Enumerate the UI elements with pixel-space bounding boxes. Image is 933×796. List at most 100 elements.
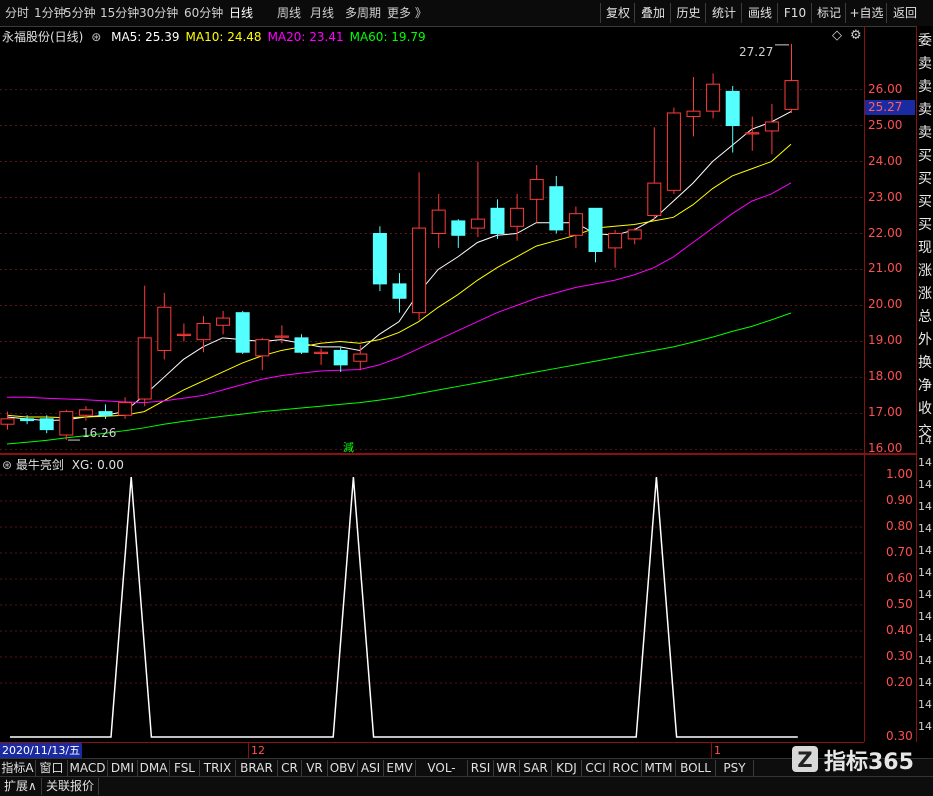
candle[interactable] bbox=[235, 310, 250, 355]
indicator-tab[interactable]: KDJ bbox=[552, 760, 582, 776]
period-tab[interactable]: 15分钟 bbox=[100, 5, 139, 21]
candle[interactable] bbox=[255, 337, 270, 371]
indicator-panel[interactable]: ⊛ 最牛亮剑 XG: 0.00 bbox=[0, 455, 864, 742]
quote-row-label: 卖 bbox=[918, 102, 932, 118]
toolbar-button[interactable]: 复权 bbox=[600, 3, 635, 23]
candle[interactable] bbox=[39, 415, 54, 434]
period-tab[interactable]: 30分钟 bbox=[139, 5, 178, 21]
candle[interactable] bbox=[353, 345, 368, 371]
period-tab[interactable]: 月线 bbox=[310, 5, 334, 21]
indicator-tab[interactable]: 指标A bbox=[0, 760, 36, 776]
toolbar-button[interactable]: 统计 bbox=[705, 3, 742, 23]
quote-row-label: 14 bbox=[918, 654, 932, 667]
period-tab[interactable]: 日线 bbox=[229, 5, 253, 21]
quote-row-label: 买 bbox=[918, 171, 932, 187]
indicator-tab[interactable]: WR bbox=[494, 760, 520, 776]
toolbar-button[interactable]: 画线 bbox=[741, 3, 778, 23]
candle[interactable] bbox=[608, 229, 623, 268]
period-tab[interactable]: 周线 bbox=[277, 5, 301, 21]
period-tab[interactable]: 分时 bbox=[5, 5, 29, 21]
date-axis: 2020/11/13/五 12 1 bbox=[0, 742, 864, 758]
indicator-tab[interactable]: FSL bbox=[170, 760, 200, 776]
candle[interactable] bbox=[333, 346, 348, 373]
indicator-tab[interactable]: OBV bbox=[328, 760, 358, 776]
candle[interactable] bbox=[118, 397, 133, 419]
toolbar-button[interactable]: +自选 bbox=[845, 3, 887, 23]
indicator-tab[interactable]: MACD bbox=[68, 760, 108, 776]
quote-row-label: 涨 bbox=[918, 286, 932, 302]
related-quote-tab[interactable]: 关联报价 bbox=[42, 778, 100, 795]
candlestick-chart[interactable] bbox=[0, 26, 864, 453]
indicator-tab[interactable]: DMI bbox=[108, 760, 138, 776]
candle[interactable] bbox=[314, 348, 329, 365]
toolbar-button[interactable]: 叠加 bbox=[634, 3, 671, 23]
indicator-tab[interactable]: ASI bbox=[358, 760, 384, 776]
candle[interactable] bbox=[725, 85, 740, 153]
price-tick: 24.00 bbox=[868, 153, 903, 168]
candle[interactable] bbox=[745, 116, 760, 151]
period-tab[interactable]: 1分钟 bbox=[34, 5, 66, 21]
quote-row-label: 委 bbox=[918, 33, 932, 49]
candle[interactable] bbox=[686, 76, 701, 137]
indicator-tab[interactable]: PSY B- bbox=[716, 760, 754, 791]
indicator-tab[interactable]: BRAR bbox=[236, 760, 278, 776]
indicator-tab[interactable]: MTM bbox=[642, 760, 676, 776]
indicator-tab[interactable]: BOLL bbox=[676, 760, 716, 776]
candle[interactable] bbox=[706, 73, 721, 119]
candle[interactable] bbox=[216, 310, 231, 335]
candle[interactable] bbox=[588, 207, 603, 263]
period-tab[interactable]: 60分钟 bbox=[184, 5, 223, 21]
candle[interactable] bbox=[431, 193, 446, 248]
candle[interactable] bbox=[529, 165, 544, 223]
main-chart-panel[interactable]: 永福股份(日线) ⊛ MA5: 25.39 MA10: 24.48 MA20: 23… bbox=[0, 26, 864, 454]
period-tab[interactable]: 多周期 bbox=[345, 5, 381, 21]
candle[interactable] bbox=[137, 285, 152, 407]
candle[interactable] bbox=[470, 161, 485, 238]
candle[interactable] bbox=[392, 273, 407, 313]
indicator-tab[interactable]: ROC bbox=[610, 760, 642, 776]
indicator-tab[interactable]: EMV bbox=[384, 760, 416, 776]
indicator-tab[interactable]: SAR bbox=[520, 760, 552, 776]
candle[interactable] bbox=[412, 172, 427, 320]
expand-tab[interactable]: 扩展∧ bbox=[0, 778, 42, 795]
candle[interactable] bbox=[451, 219, 466, 248]
candle[interactable] bbox=[568, 206, 583, 248]
quote-row-label: 买 bbox=[918, 148, 932, 164]
toolbar-button[interactable]: 标记 bbox=[811, 3, 846, 23]
panel-divider[interactable] bbox=[0, 453, 933, 455]
candle[interactable] bbox=[157, 292, 172, 360]
candle[interactable] bbox=[627, 228, 642, 245]
quote-row-label: 买 bbox=[918, 194, 932, 210]
quote-row-label: 14 bbox=[918, 434, 932, 447]
toolbar-button[interactable]: 返回 bbox=[886, 3, 923, 23]
period-tab[interactable]: 更多 》 bbox=[387, 5, 427, 21]
indicator-line-chart[interactable] bbox=[0, 455, 864, 742]
candle[interactable] bbox=[549, 175, 564, 234]
indicator-tab[interactable]: CR bbox=[278, 760, 302, 776]
toolbar-button[interactable]: F10 bbox=[777, 3, 812, 23]
quote-row-label: 14 bbox=[918, 500, 932, 513]
indicator-tab[interactable]: 窗口 bbox=[36, 760, 68, 776]
svg-text:Z: Z bbox=[797, 748, 812, 772]
candle[interactable] bbox=[0, 411, 15, 430]
candle[interactable] bbox=[490, 199, 505, 239]
candle[interactable] bbox=[59, 409, 74, 441]
indicator-tab[interactable]: CCI bbox=[582, 760, 610, 776]
indicator-tab[interactable]: VR bbox=[302, 760, 328, 776]
toolbar-button[interactable]: 历史 bbox=[670, 3, 706, 23]
candle[interactable] bbox=[764, 103, 779, 155]
candle[interactable] bbox=[784, 43, 799, 113]
candle[interactable] bbox=[666, 107, 681, 194]
candle[interactable] bbox=[647, 127, 662, 220]
indicator-tab[interactable]: RSI bbox=[468, 760, 494, 776]
indicator-tab[interactable]: TRIX bbox=[200, 760, 236, 776]
candle[interactable] bbox=[176, 323, 191, 342]
candle[interactable] bbox=[78, 406, 93, 421]
indicator-tab[interactable]: VOL-TDX bbox=[416, 760, 468, 791]
quote-row-label: 卖 bbox=[918, 79, 932, 95]
period-tab[interactable]: 5分钟 bbox=[64, 5, 96, 21]
candle[interactable] bbox=[372, 226, 387, 292]
candle[interactable] bbox=[294, 334, 309, 355]
indicator-tab[interactable]: DMA bbox=[138, 760, 170, 776]
candle[interactable] bbox=[196, 316, 211, 353]
